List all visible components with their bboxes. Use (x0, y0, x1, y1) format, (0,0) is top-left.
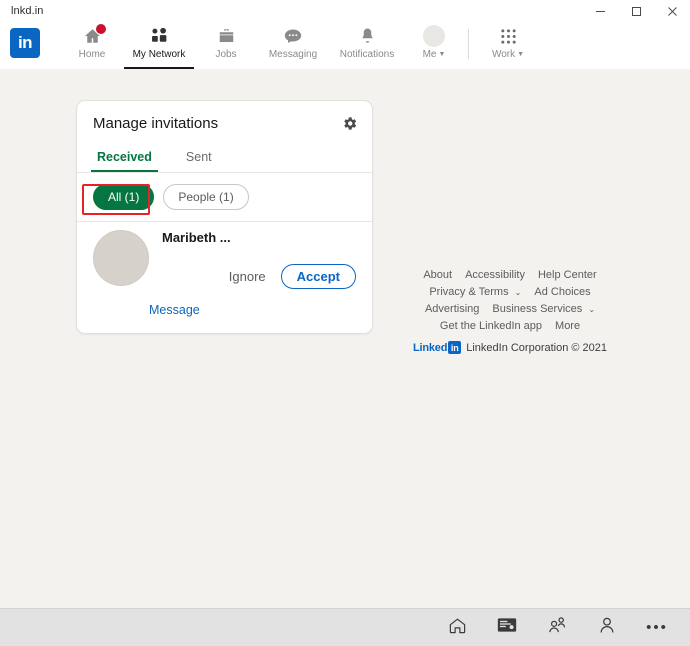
nav-label-work-text: Work (491, 49, 516, 60)
page-title: Manage invitations (93, 115, 219, 132)
taskbar-more-button[interactable]: ••• (632, 609, 682, 646)
filter-pill-people[interactable]: People (1) (163, 184, 249, 210)
taskbar-people-button[interactable] (532, 609, 582, 646)
nav-item-me[interactable]: Me ▼ (404, 22, 464, 69)
home-icon (83, 23, 107, 46)
nav-label-jobs: Jobs (215, 49, 237, 60)
home-icon (448, 616, 467, 640)
nav-label-my-network: My Network (132, 49, 186, 60)
invitation-top-row: Maribeth ... Ignore Accept (93, 230, 356, 289)
linkedin-wordmark-icon: Linked in (412, 341, 462, 354)
footer-link-more[interactable]: More (555, 320, 580, 332)
id-card-icon (497, 616, 517, 639)
footer-copyright: LinkedIn Corporation © 2021 (466, 341, 608, 354)
nav-item-notifications[interactable]: Notifications (330, 22, 404, 69)
invitation-name[interactable]: Maribeth ... (162, 230, 356, 245)
maximize-button[interactable] (618, 0, 654, 22)
nav-label-home: Home (78, 49, 106, 60)
avatar (423, 25, 445, 47)
taskbar-home-button[interactable] (432, 609, 482, 646)
nav-label-messaging: Messaging (268, 49, 318, 60)
nav-item-messaging[interactable]: Messaging (256, 22, 330, 69)
nav-label-me-text: Me (422, 49, 437, 60)
footer-link-business-services-label: Business Services (492, 303, 583, 315)
bottom-taskbar: ••• (0, 608, 690, 646)
chevron-down-icon: ▼ (517, 51, 525, 58)
footer-link-about[interactable]: About (423, 269, 452, 281)
footer-brand: Linked in LinkedIn Corporation © 2021 (395, 341, 625, 354)
home-notification-badge (94, 23, 107, 35)
footer-link-privacy-terms-label: Privacy & Terms (429, 286, 509, 298)
network-icon (149, 26, 169, 46)
footer-row-4: Get the LinkedIn app More (395, 320, 625, 332)
ignore-button[interactable]: Ignore (223, 265, 272, 288)
invitation-details: Maribeth ... Ignore Accept (162, 230, 356, 289)
tab-received[interactable]: Received (91, 150, 158, 172)
tab-sent-label: Sent (185, 150, 212, 164)
person-icon (597, 615, 617, 640)
nav-divider (468, 29, 469, 59)
linkedin-logo-icon[interactable]: in (10, 28, 40, 58)
nav-label-me: Me ▼ (423, 49, 446, 60)
chevron-down-icon: ⌄ (588, 305, 596, 314)
footer-link-help-center[interactable]: Help Center (538, 269, 597, 281)
close-button[interactable] (654, 0, 690, 22)
nav-item-home[interactable]: Home (62, 22, 122, 69)
footer-row-3: Advertising Business Services ⌄ (395, 303, 625, 315)
linkedin-mark-icon: in (448, 341, 462, 354)
footer-link-ad-choices[interactable]: Ad Choices (534, 286, 590, 298)
tab-sent[interactable]: Sent (182, 150, 216, 172)
bell-icon (358, 26, 377, 46)
invitation-item: Maribeth ... Ignore Accept Message (77, 222, 372, 333)
people-icon (547, 616, 567, 640)
nav-items: Home My Network Jobs Messaging Notificat… (62, 22, 538, 69)
nav-item-work[interactable]: Work ▼ (478, 22, 538, 69)
tab-received-label: Received (97, 150, 152, 164)
nav-label-notifications: Notifications (339, 49, 395, 60)
footer-link-accessibility[interactable]: Accessibility (465, 269, 525, 281)
chevron-down-icon: ▼ (438, 51, 446, 58)
ellipsis-icon: ••• (646, 619, 668, 636)
grid-icon (500, 26, 517, 46)
page-body: Manage invitations Received Sent All (1)… (0, 69, 690, 608)
footer-link-business-services[interactable]: Business Services ⌄ (492, 303, 595, 315)
filter-pill-all[interactable]: All (1) (93, 184, 155, 210)
nav-label-work: Work ▼ (492, 49, 524, 60)
linkedin-wordmark-text: Linked (412, 341, 448, 354)
chevron-down-icon: ⌄ (514, 288, 522, 297)
tab-active-underline (91, 170, 158, 172)
nav-item-jobs[interactable]: Jobs (196, 22, 256, 69)
footer-link-privacy-terms[interactable]: Privacy & Terms ⌄ (429, 286, 521, 298)
invitation-avatar[interactable] (93, 230, 149, 286)
card-header: Manage invitations (77, 101, 372, 132)
invitation-tabs: Received Sent (77, 141, 372, 172)
app-window: lnkd.in in Home My Network Jobs Messagin… (0, 0, 690, 646)
footer-row-1: About Accessibility Help Center (395, 269, 625, 281)
window-titlebar: lnkd.in (0, 0, 690, 22)
footer-link-get-app[interactable]: Get the LinkedIn app (440, 320, 542, 332)
window-title: lnkd.in (11, 5, 44, 17)
linkedin-navbar: in Home My Network Jobs Messaging Notifi… (0, 22, 690, 69)
minimize-button[interactable] (582, 0, 618, 22)
taskbar-card-button[interactable] (482, 609, 532, 646)
manage-invitations-card: Manage invitations Received Sent All (1)… (76, 100, 373, 334)
window-controls (582, 0, 690, 22)
invitation-filters: All (1) People (1) (77, 173, 372, 221)
footer-row-2: Privacy & Terms ⌄ Ad Choices (395, 286, 625, 298)
briefcase-icon (217, 26, 236, 46)
taskbar-profile-button[interactable] (582, 609, 632, 646)
nav-item-my-network[interactable]: My Network (122, 22, 196, 69)
gear-icon[interactable] (340, 114, 358, 132)
accept-button[interactable]: Accept (280, 264, 356, 289)
page-footer: About Accessibility Help Center Privacy … (395, 269, 625, 354)
footer-link-advertising[interactable]: Advertising (425, 303, 479, 315)
message-icon (283, 26, 303, 46)
invitation-actions: Ignore Accept (162, 264, 356, 289)
message-link[interactable]: Message (149, 303, 200, 317)
